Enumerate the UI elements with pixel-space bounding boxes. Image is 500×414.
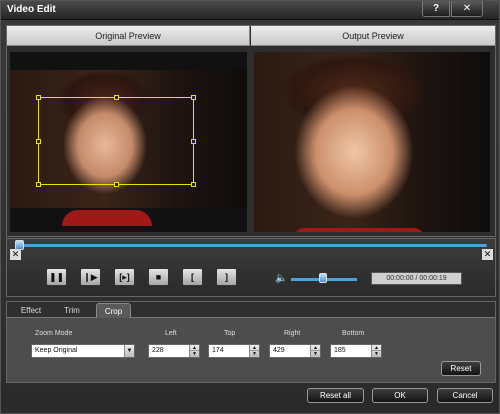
subject-shirt [62, 210, 152, 226]
time-display: 00:00:00 / 00:00:19 [371, 272, 462, 285]
zoom-mode-label: Zoom Mode [35, 330, 73, 337]
stop-button[interactable]: ■ [148, 268, 169, 286]
left-label: Left [165, 330, 177, 337]
decrement-icon[interactable]: ▼ [250, 351, 259, 357]
left-value: 228 [152, 347, 164, 354]
start-marker-icon[interactable]: ✕ [10, 249, 21, 260]
seek-track[interactable] [17, 244, 487, 247]
original-preview-label: Original Preview [7, 26, 250, 46]
help-button[interactable]: ? [422, 1, 450, 17]
tab-effect[interactable]: Effect [14, 303, 48, 318]
pause-button[interactable]: ❚❚ [46, 268, 67, 286]
decrement-icon[interactable]: ▼ [311, 351, 320, 357]
bottom-input[interactable]: 185 ▲ ▼ [330, 344, 382, 358]
tab-trim[interactable]: Trim [57, 303, 87, 318]
output-video-frame [254, 52, 490, 232]
bottom-stepper[interactable]: ▲ ▼ [371, 345, 381, 357]
volume-thumb[interactable] [318, 273, 327, 283]
title-bar[interactable]: Video Edit ? ✕ [1, 1, 499, 20]
decrement-icon[interactable]: ▼ [372, 351, 381, 357]
left-stepper[interactable]: ▲ ▼ [189, 345, 199, 357]
tab-crop[interactable]: Crop [96, 303, 131, 318]
zoom-mode-select[interactable]: Keep Original ▼ [31, 344, 135, 358]
crop-handle-top-left[interactable] [36, 95, 41, 100]
edit-tabs-panel: Effect Trim Crop Zoom Mode Keep Original… [6, 301, 496, 383]
ok-button[interactable]: OK [372, 388, 428, 403]
window-title: Video Edit [7, 4, 56, 15]
reset-all-button[interactable]: Reset all [307, 388, 364, 403]
crop-handle-bottom-left[interactable] [36, 182, 41, 187]
right-input[interactable]: 429 ▲ ▼ [269, 344, 321, 358]
decrement-icon[interactable]: ▼ [190, 351, 199, 357]
right-stepper[interactable]: ▲ ▼ [310, 345, 320, 357]
left-input[interactable]: 228 ▲ ▼ [148, 344, 200, 358]
tab-bar: Effect Trim Crop [7, 302, 495, 318]
crop-selection-box[interactable] [36, 95, 196, 187]
end-marker-icon[interactable]: ✕ [482, 249, 493, 260]
next-frame-button[interactable]: ❙▶ [80, 268, 101, 286]
output-preview-video [254, 52, 490, 232]
mark-in-button[interactable]: [ [182, 268, 203, 286]
top-input[interactable]: 174 ▲ ▼ [208, 344, 260, 358]
crop-handle-left[interactable] [36, 139, 41, 144]
top-label: Top [224, 330, 236, 337]
output-preview-label: Output Preview [251, 26, 495, 46]
chevron-down-icon[interactable]: ▼ [124, 345, 134, 357]
right-label: Right [284, 330, 301, 337]
subject-shirt [294, 228, 424, 232]
cancel-button[interactable]: Cancel [437, 388, 493, 403]
crop-handle-right[interactable] [191, 139, 196, 144]
top-stepper[interactable]: ▲ ▼ [249, 345, 259, 357]
video-edit-window: Video Edit ? ✕ Original Preview Output P… [0, 0, 500, 414]
zoom-mode-value: Keep Original [35, 347, 78, 354]
top-value: 174 [212, 347, 224, 354]
playback-controls-panel: ✕ ✕ ❚❚ ❙▶ [▸] ■ [ ] 🔈 00:00:00 / 00:00:1… [6, 238, 496, 297]
step-button[interactable]: [▸] [114, 268, 135, 286]
mark-out-button[interactable]: ] [216, 268, 237, 286]
crop-handle-top-right[interactable] [191, 95, 196, 100]
close-button[interactable]: ✕ [451, 1, 483, 17]
crop-handle-bottom[interactable] [114, 182, 119, 187]
volume-icon[interactable]: 🔈 [275, 273, 287, 284]
bottom-label: Bottom [342, 330, 365, 337]
right-value: 429 [273, 347, 285, 354]
bottom-value: 185 [334, 347, 346, 354]
crop-handle-top[interactable] [114, 95, 119, 100]
crop-handle-bottom-right[interactable] [191, 182, 196, 187]
reset-button[interactable]: Reset [441, 361, 481, 376]
